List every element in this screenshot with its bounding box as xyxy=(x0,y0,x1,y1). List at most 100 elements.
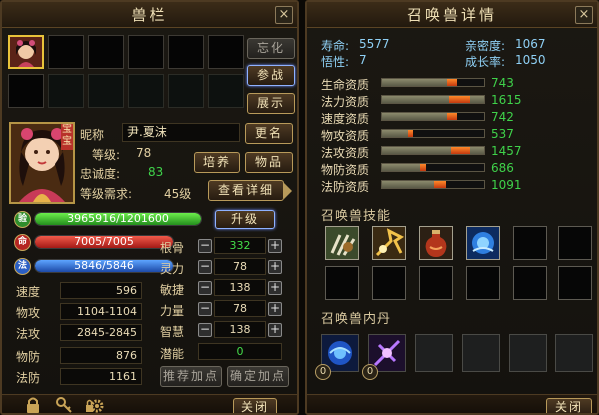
skill-slot-3[interactable] xyxy=(419,226,453,260)
mp-text: 5846/5846 xyxy=(74,259,134,272)
stat-value-matk: 2845-2845 xyxy=(60,324,142,341)
neidan-slot-3[interactable] xyxy=(415,334,453,372)
aptitude-row: 法防资质 1091 xyxy=(321,178,591,194)
level-value: 78 xyxy=(136,146,152,160)
aptitude-label: 法力资质 xyxy=(321,95,370,109)
skill-slot-7[interactable] xyxy=(325,266,359,300)
neidan-title: 召唤兽内丹 xyxy=(321,312,392,327)
attr-spirit-plus-icon[interactable]: + xyxy=(268,260,282,274)
aptitude-row: 法攻资质 1457 xyxy=(321,144,591,160)
aptitude-bar xyxy=(381,95,485,104)
attr-agility-plus-icon[interactable]: + xyxy=(268,281,282,295)
level-requirement-label: 等级需求: xyxy=(80,187,133,201)
skill-slot-11[interactable] xyxy=(513,266,547,300)
attr-strength-plus-icon[interactable]: + xyxy=(268,302,282,316)
exp-text: 3965916/1201600 xyxy=(67,212,169,225)
water-skill-icon xyxy=(467,227,499,259)
show-button[interactable]: 展示 xyxy=(247,93,295,114)
confirm-points-button[interactable]: 确定加点 xyxy=(227,366,289,387)
stat-value-speed: 596 xyxy=(60,282,142,299)
arrow-right-icon xyxy=(284,183,292,199)
pet-slot-9[interactable] xyxy=(88,74,124,108)
pet-slot-10[interactable] xyxy=(128,74,164,108)
skill-slot-6[interactable] xyxy=(558,226,592,260)
aptitude-bar-marker xyxy=(419,164,426,171)
pet-type-tag: 宝宝 xyxy=(61,124,73,150)
attr-wisdom-minus-icon[interactable]: − xyxy=(198,323,212,337)
aptitude-label: 速度资质 xyxy=(321,112,370,126)
battle-button[interactable]: 参战 xyxy=(247,65,295,86)
neidan-slot-6[interactable] xyxy=(555,334,593,372)
pet-slot-2[interactable] xyxy=(48,35,84,69)
skill-slot-1[interactable] xyxy=(325,226,359,260)
aptitude-bar-marker xyxy=(447,79,458,86)
pet-slot-4[interactable] xyxy=(128,35,164,69)
pet-slot-3[interactable] xyxy=(88,35,124,69)
exp-bar: 3965916/1201600 xyxy=(34,212,202,226)
aptitude-bar xyxy=(381,78,485,87)
potion-skill-icon xyxy=(420,227,452,259)
view-detail-button[interactable]: 查看详细 xyxy=(208,180,284,201)
aptitude-row: 生命资质 743 xyxy=(321,76,591,92)
pet-slot-6[interactable] xyxy=(208,35,244,69)
stat-value-mdef: 1161 xyxy=(60,368,142,385)
aptitude-value: 1615 xyxy=(491,93,522,107)
items-button[interactable]: 物品 xyxy=(245,152,293,173)
pet-slot-7[interactable] xyxy=(8,74,44,108)
key-icon[interactable] xyxy=(56,397,72,413)
stat-label-patk: 物攻 xyxy=(16,306,41,320)
attr-constitution-minus-icon[interactable]: − xyxy=(198,239,212,253)
neidan-slot-5[interactable] xyxy=(509,334,547,372)
aptitude-row: 法力资质 1615 xyxy=(321,93,591,109)
pet-name-field[interactable]: 尹.夏沫 xyxy=(122,123,240,142)
attr-label-strength: 力量 xyxy=(160,304,185,318)
close-icon[interactable]: × xyxy=(275,6,293,24)
aptitude-bar-marker xyxy=(449,96,470,103)
gear-lock-icon[interactable] xyxy=(86,397,104,413)
attr-value-constitution: 332 xyxy=(214,237,266,254)
skill-slot-9[interactable] xyxy=(419,266,453,300)
pet-detail-title: 召唤兽详情 xyxy=(307,2,597,28)
pet-thumb-icon xyxy=(10,37,42,67)
left-close-button[interactable]: 关闭 xyxy=(233,398,277,413)
skill-slot-5[interactable] xyxy=(513,226,547,260)
aptitude-value: 537 xyxy=(491,127,514,141)
skill-slot-2[interactable] xyxy=(372,226,406,260)
pet-slot-1[interactable] xyxy=(8,35,44,69)
pet-slot-5[interactable] xyxy=(168,35,204,69)
pet-slot-8[interactable] xyxy=(48,74,84,108)
loyalty-label: 忠诚度: xyxy=(80,167,121,181)
aptitude-label: 物防资质 xyxy=(321,163,370,177)
claw-skill-icon xyxy=(326,227,358,259)
pet-slot-12[interactable] xyxy=(208,74,244,108)
train-button[interactable]: 培养 xyxy=(194,152,240,173)
lock-icon[interactable] xyxy=(26,397,40,413)
skill-slot-12[interactable] xyxy=(558,266,592,300)
upgrade-button[interactable]: 升级 xyxy=(215,210,275,229)
pet-slot-11[interactable] xyxy=(168,74,204,108)
release-button[interactable]: 忘化 xyxy=(247,38,295,59)
stat-value-patk: 1104-1104 xyxy=(60,303,142,320)
attr-constitution-plus-icon[interactable]: + xyxy=(268,239,282,253)
rename-button[interactable]: 更名 xyxy=(245,123,293,144)
attr-value-strength: 78 xyxy=(214,300,266,317)
skill-slot-8[interactable] xyxy=(372,266,406,300)
recommend-points-button[interactable]: 推荐加点 xyxy=(160,366,222,387)
close-icon[interactable]: × xyxy=(575,6,593,24)
pet-corral-panel: 兽栏 × 忘化 参战 展示 宝宝 昵称 尹.夏沫 更名 等级: 78 忠诚度: … xyxy=(0,0,299,415)
skill-slot-10[interactable] xyxy=(466,266,500,300)
potential-value: 0 xyxy=(198,343,282,360)
attr-value-wisdom: 138 xyxy=(214,321,266,338)
attr-agility-minus-icon[interactable]: − xyxy=(198,281,212,295)
skill-slot-4[interactable] xyxy=(466,226,500,260)
pet-corral-title: 兽栏 xyxy=(2,2,297,28)
potential-label: 潜能 xyxy=(160,347,185,361)
attr-label-spirit: 灵力 xyxy=(160,262,185,276)
attr-wisdom-plus-icon[interactable]: + xyxy=(268,323,282,337)
right-close-button[interactable]: 关闭 xyxy=(546,398,592,413)
attr-strength-minus-icon[interactable]: − xyxy=(198,302,212,316)
mp-icon: 法 xyxy=(14,258,31,275)
attr-spirit-minus-icon[interactable]: − xyxy=(198,260,212,274)
neidan-slot-4[interactable] xyxy=(462,334,500,372)
level-label: 等级: xyxy=(92,148,121,162)
